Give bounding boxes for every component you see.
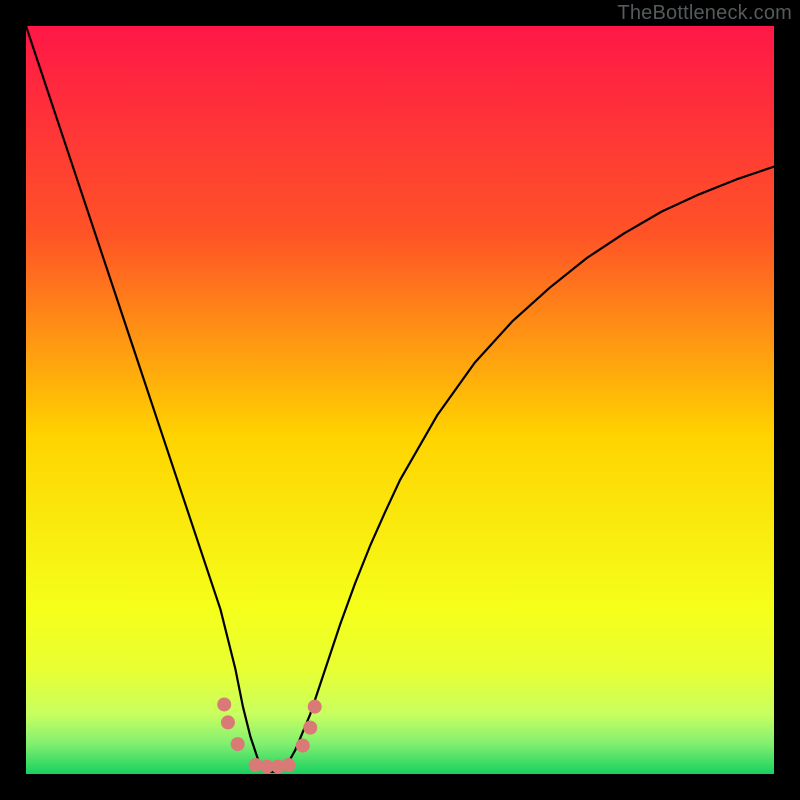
data-marker	[303, 721, 317, 735]
data-marker	[231, 737, 245, 751]
chart-svg	[26, 26, 774, 774]
data-marker	[296, 739, 310, 753]
data-marker	[282, 758, 296, 772]
chart-frame: TheBottleneck.com	[0, 0, 800, 800]
watermark-text: TheBottleneck.com	[617, 2, 792, 25]
data-marker	[308, 700, 322, 714]
gradient-background	[26, 26, 774, 774]
chart-plot-area	[26, 26, 774, 774]
data-marker	[221, 715, 235, 729]
data-marker	[217, 697, 231, 711]
